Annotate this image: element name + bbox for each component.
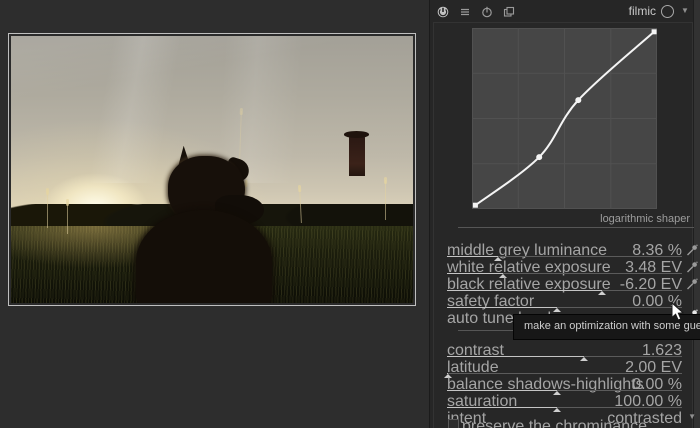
- color-picker-icon[interactable]: [686, 243, 698, 255]
- slider-track[interactable]: [447, 373, 682, 374]
- color-picker-icon[interactable]: [686, 260, 698, 272]
- slider-value: 2.00 EV: [625, 359, 682, 377]
- slider-value: 3.48 EV: [625, 259, 682, 277]
- photo-grass-stalk: [47, 191, 48, 228]
- color-picker-icon[interactable]: [686, 277, 698, 289]
- slider-track[interactable]: [447, 290, 682, 291]
- slider-track[interactable]: [447, 273, 682, 274]
- photo-image: [11, 36, 413, 303]
- module-power-icon[interactable]: [437, 5, 449, 17]
- slider-track[interactable]: [447, 307, 682, 308]
- slider-label: latitude: [447, 359, 499, 377]
- multi-instance-icon[interactable]: [503, 5, 515, 17]
- panel-resize-gutter[interactable]: [693, 0, 700, 428]
- slider-value: 1.623: [642, 342, 682, 360]
- preserve-chrominance-label[interactable]: preserve the chrominance: [462, 418, 647, 428]
- slider-value: -6.20 EV: [620, 276, 682, 294]
- photo-dog-silhouette: [136, 156, 273, 303]
- chevron-down-icon: ▼: [688, 412, 696, 421]
- slider-white-relative-exposure[interactable]: white relative exposure 3.48 EV: [447, 259, 682, 276]
- slider-value: 8.36 %: [632, 242, 682, 260]
- slider-middle-grey-luminance[interactable]: middle grey luminance 8.36 %: [447, 242, 682, 259]
- slider-label: contrast: [447, 342, 504, 360]
- slider-saturation[interactable]: saturation 100.00 %: [447, 393, 682, 410]
- photo-grass-stalk: [67, 202, 68, 234]
- slider-contrast[interactable]: contrast 1.623: [447, 342, 682, 359]
- slider-label: saturation: [447, 393, 517, 411]
- slider-track[interactable]: [447, 356, 682, 357]
- slider-label: balance shadows-highlights: [447, 376, 644, 394]
- slider-latitude[interactable]: latitude 2.00 EV: [447, 359, 682, 376]
- reset-parameters-icon[interactable]: [481, 5, 493, 17]
- photo-canvas[interactable]: [8, 33, 416, 306]
- slider-balance-shadows-highlights[interactable]: balance shadows-highlights 0.00 %: [447, 376, 682, 393]
- preserve-chrominance-checkbox[interactable]: [448, 419, 459, 428]
- slider-label: white relative exposure: [447, 259, 611, 277]
- filmic-curve-graph[interactable]: [472, 28, 657, 209]
- mouse-cursor: [671, 302, 684, 326]
- section-label-logarithmic-shaper: logarithmic shaper: [458, 213, 690, 225]
- slider-label: safety factor: [447, 293, 534, 311]
- photo-grass-stalk: [385, 180, 386, 220]
- photo-tower-silhouette: [349, 136, 365, 176]
- module-expander-icon[interactable]: ▼: [681, 6, 689, 15]
- slider-value: 100.00 %: [614, 393, 682, 411]
- slider-label: black relative exposure: [447, 276, 611, 294]
- slider-track[interactable]: [447, 256, 682, 257]
- module-title[interactable]: filmic: [600, 4, 656, 18]
- blending-mask-icon[interactable]: [661, 5, 674, 18]
- section-divider: [458, 227, 694, 228]
- slider-value: 0.00 %: [632, 376, 682, 394]
- presets-menu-icon[interactable]: [459, 5, 471, 17]
- slider-black-relative-exposure[interactable]: black relative exposure -6.20 EV: [447, 276, 682, 293]
- slider-label: middle grey luminance: [447, 242, 607, 260]
- slider-track[interactable]: [447, 407, 682, 408]
- slider-safety-factor[interactable]: safety factor 0.00 %: [447, 293, 682, 310]
- darktable-window: filmic ▼ logarithmic shaper middle grey …: [0, 0, 700, 428]
- slider-track[interactable]: [447, 390, 682, 391]
